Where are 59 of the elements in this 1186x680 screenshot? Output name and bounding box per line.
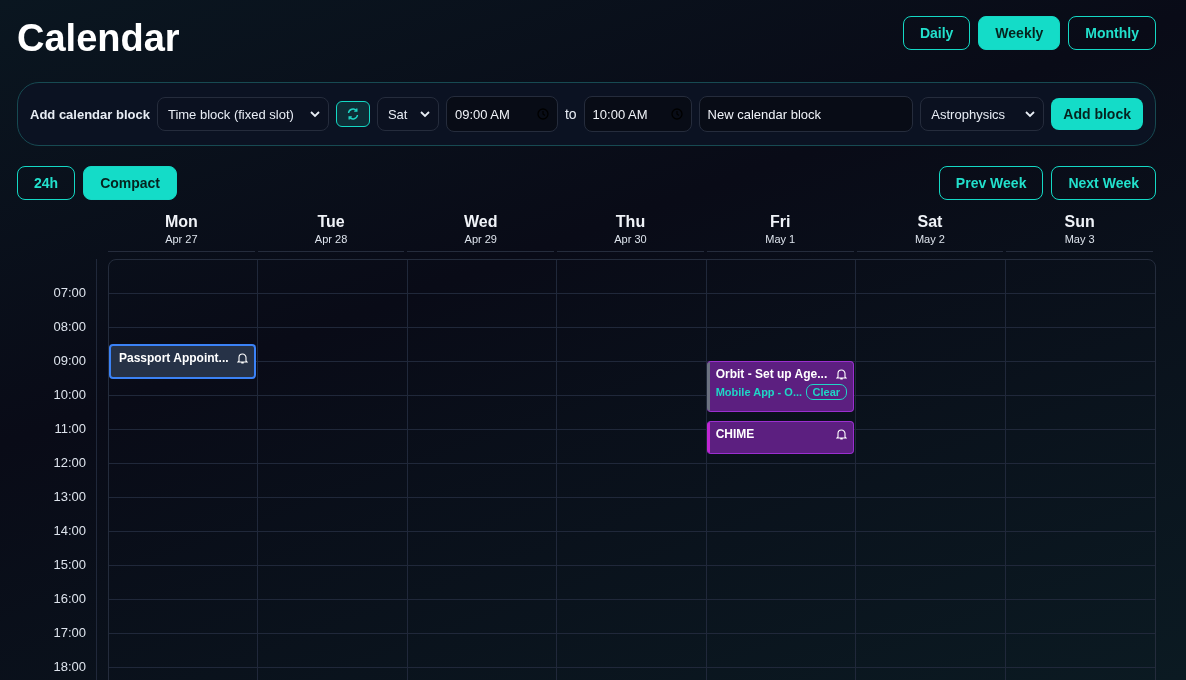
day-date: May 3: [1064, 232, 1095, 246]
view-tab[interactable]: Monthly: [1068, 16, 1156, 50]
view-tab[interactable]: Weekly: [978, 16, 1061, 50]
end-time-field[interactable]: 10:00 AM: [583, 96, 692, 132]
week-nav-button[interactable]: Next Week: [1051, 166, 1156, 200]
chevron-icon: [419, 110, 430, 118]
week-nav-button[interactable]: Prev Week: [938, 166, 1044, 200]
day-name: Wed: [464, 212, 498, 232]
bell-icon[interactable]: [836, 368, 848, 380]
hour-label: 18:00: [53, 658, 86, 676]
day-name: Tue: [317, 212, 345, 232]
hour-label: 07:00: [53, 284, 86, 302]
day-name: Sat: [917, 212, 943, 232]
event-title: CHIME: [715, 427, 755, 441]
bell-icon[interactable]: [836, 428, 848, 440]
day-name: Sun: [1064, 212, 1095, 232]
event-subtitle: Mobile App - O...: [715, 386, 803, 398]
chevron-icon: [309, 110, 320, 118]
refresh-button[interactable]: [335, 101, 370, 127]
day-name: Mon: [164, 212, 198, 232]
chevron-icon: [1025, 110, 1036, 118]
day-date: May 1: [765, 232, 796, 246]
view-tab[interactable]: Daily: [902, 16, 971, 50]
hour-label: 16:00: [53, 590, 86, 608]
hour-label: 09:00: [53, 352, 86, 370]
hour-label: 11:00: [54, 420, 86, 438]
day-date: May 2: [914, 232, 945, 246]
bell-icon[interactable]: [237, 352, 249, 364]
event-card[interactable]: CHIME: [706, 421, 855, 454]
hour-label: 08:00: [53, 318, 86, 336]
hour-label: 13:00: [53, 488, 86, 506]
event-title: Passport Appoint...: [119, 351, 229, 365]
event-card[interactable]: Orbit - Set up Age... Mobile App - O... Clear: [706, 361, 855, 412]
day-select[interactable]: Sat: [376, 97, 439, 131]
view-toggle[interactable]: Compact: [83, 166, 178, 200]
hour-label: 15:00: [53, 556, 86, 574]
block-name-field[interactable]: New calendar block: [698, 96, 914, 132]
day-date: Apr 27: [165, 232, 198, 246]
to-label: to: [564, 106, 577, 122]
day-date: Apr 29: [464, 232, 497, 246]
event-card[interactable]: Passport Appoint...: [109, 344, 257, 379]
hour-label: 17:00: [53, 624, 86, 642]
view-toggle[interactable]: 24h: [17, 166, 76, 200]
add-block-button[interactable]: Add block: [1051, 98, 1143, 130]
hour-label: 10:00: [53, 386, 86, 404]
hour-label: 14:00: [53, 522, 86, 540]
day-name: Thu: [615, 212, 646, 232]
category-select[interactable]: Astrophysics: [920, 97, 1045, 131]
panel-label: Add calendar block: [30, 106, 150, 122]
clear-button[interactable]: Clear: [805, 384, 848, 400]
day-date: Apr 28: [314, 232, 348, 246]
start-time-field[interactable]: 09:00 AM: [445, 96, 558, 132]
refresh-icon: [345, 107, 360, 121]
day-name: Fri: [769, 212, 791, 232]
hour-label: 12:00: [53, 454, 86, 472]
page-title: Calendar: [17, 16, 180, 60]
day-date: Apr 30: [614, 232, 647, 246]
event-title: Orbit - Set up Age...: [715, 367, 828, 381]
block-type-select[interactable]: Time block (fixed slot): [156, 97, 329, 131]
